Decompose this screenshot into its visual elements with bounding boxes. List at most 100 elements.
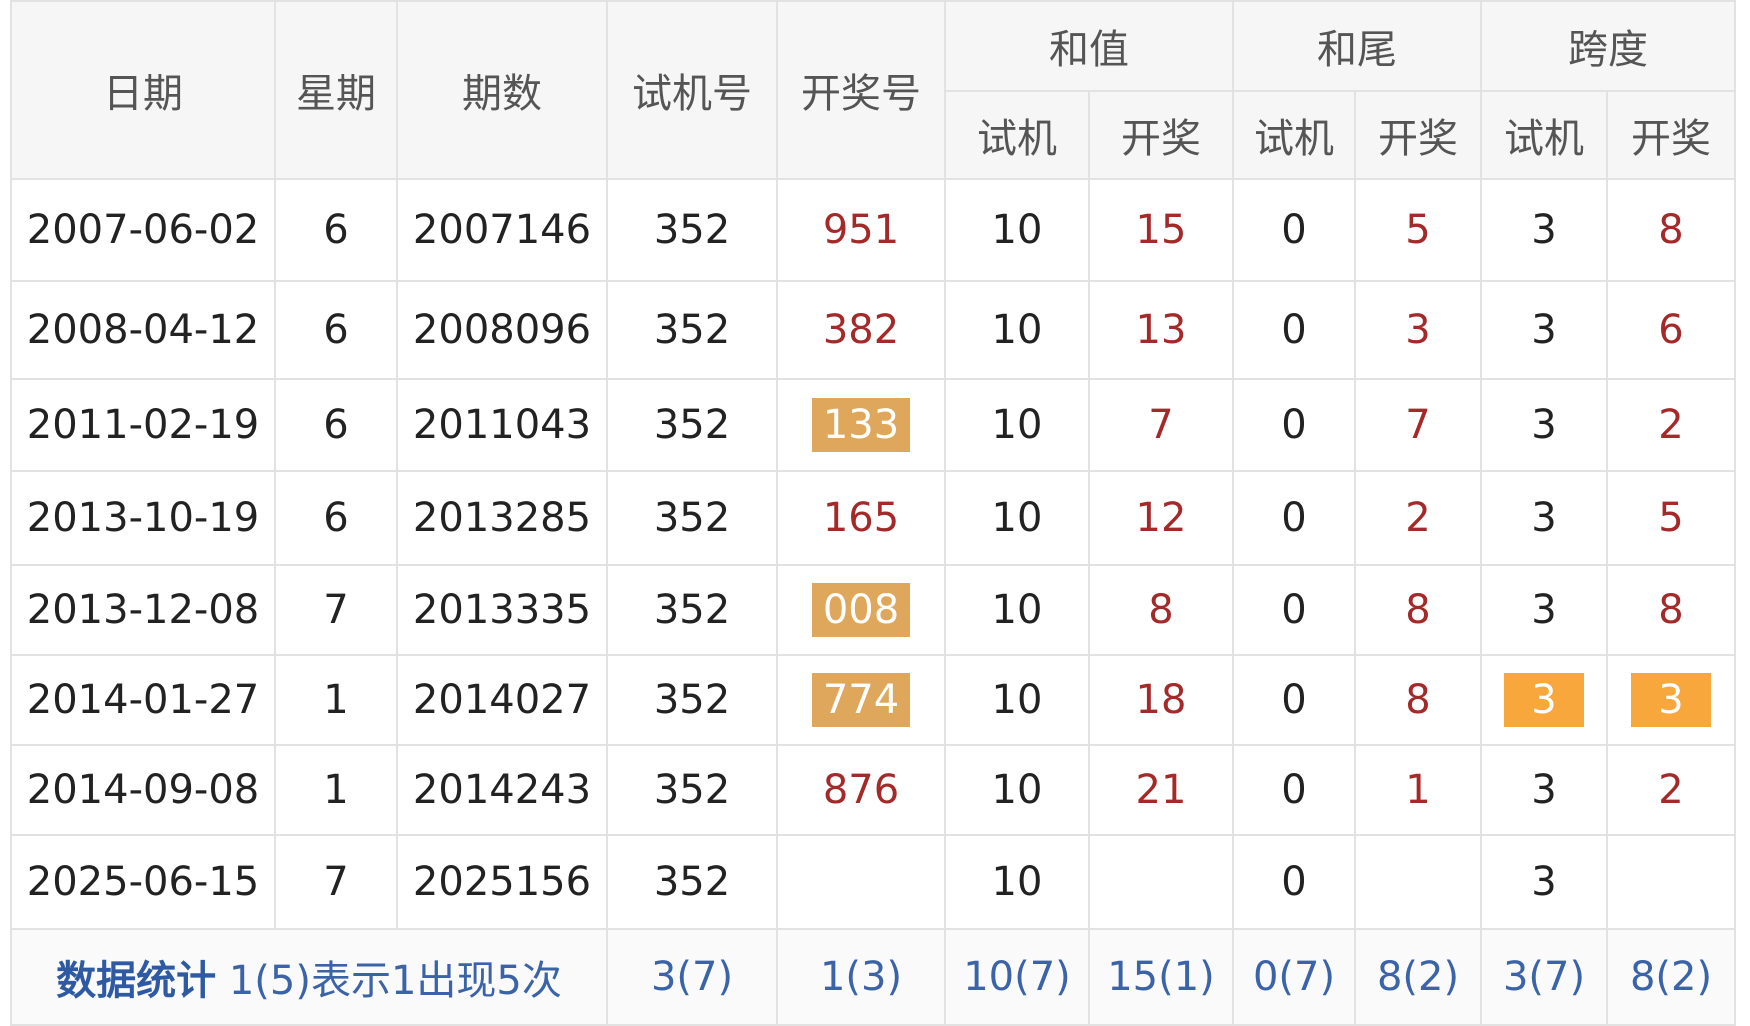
span-match-highlight: 3 <box>1631 673 1711 727</box>
stat-tail-trial: 0(7) <box>1232 928 1356 1026</box>
sum-trial-cell: 10 <box>944 178 1090 282</box>
sum-trial-cell: 10 <box>944 280 1090 380</box>
stat-winning-number: 1(3) <box>776 928 946 1026</box>
stat-span-winning: 8(2) <box>1606 928 1736 1026</box>
sum-trial-cell: 10 <box>944 744 1090 836</box>
issue-cell: 2007146 <box>396 178 608 282</box>
tail-winning-cell: 8 <box>1354 654 1482 746</box>
subheader-tail-trial: 试机 <box>1232 90 1356 180</box>
subheader-span-trial: 试机 <box>1480 90 1608 180</box>
winning-number-cell: 951 <box>776 178 946 282</box>
tail-trial-cell: 0 <box>1232 834 1356 930</box>
date-cell: 2013-10-19 <box>10 470 276 566</box>
column-group-tail: 和尾 <box>1232 0 1482 92</box>
sum-trial-cell: 10 <box>944 378 1090 472</box>
trial-number-cell: 352 <box>606 744 778 836</box>
sum-winning-cell <box>1088 834 1234 930</box>
column-group-span: 跨度 <box>1480 0 1736 92</box>
table-row: 2013-10-19 6 2013285 352 165 10 12 0 2 3… <box>10 470 1736 566</box>
winning-number-cell: 774 <box>776 654 946 746</box>
span-trial-cell: 3 <box>1480 470 1608 566</box>
column-header-weekday: 星期 <box>274 0 398 180</box>
subheader-tail-winning: 开奖 <box>1354 90 1482 180</box>
date-cell: 2014-01-27 <box>10 654 276 746</box>
issue-cell: 2013285 <box>396 470 608 566</box>
span-winning-cell: 2 <box>1606 378 1736 472</box>
statistics-label: 数据统计 <box>56 958 217 1004</box>
sum-winning-cell: 7 <box>1088 378 1234 472</box>
tail-winning-cell: 8 <box>1354 564 1482 656</box>
repeat-digit-highlight: 008 <box>812 583 910 637</box>
trial-number-cell: 352 <box>606 280 778 380</box>
span-trial-cell: 3 <box>1480 564 1608 656</box>
issue-cell: 2013335 <box>396 564 608 656</box>
weekday-cell: 7 <box>274 834 398 930</box>
statistics-label-cell: 数据统计 1(5)表示1出现5次 <box>10 928 608 1026</box>
table-row: 2014-01-27 1 2014027 352 774 10 18 0 8 3… <box>10 654 1736 746</box>
stat-tail-winning: 8(2) <box>1354 928 1482 1026</box>
table-row: 2025-06-15 7 2025156 352 10 0 3 <box>10 834 1736 930</box>
date-cell: 2014-09-08 <box>10 744 276 836</box>
trial-number-cell: 352 <box>606 178 778 282</box>
column-header-winning-number: 开奖号 <box>776 0 946 180</box>
sum-trial-cell: 10 <box>944 834 1090 930</box>
date-cell: 2011-02-19 <box>10 378 276 472</box>
tail-winning-cell: 5 <box>1354 178 1482 282</box>
column-header-issue: 期数 <box>396 0 608 180</box>
span-trial-cell: 3 <box>1480 654 1608 746</box>
column-header-date: 日期 <box>10 0 276 180</box>
span-trial-cell: 3 <box>1480 280 1608 380</box>
sum-winning-cell: 18 <box>1088 654 1234 746</box>
weekday-cell: 6 <box>274 470 398 566</box>
sum-winning-cell: 8 <box>1088 564 1234 656</box>
column-header-trial-number: 试机号 <box>606 0 778 180</box>
trial-number-cell: 352 <box>606 378 778 472</box>
sum-winning-cell: 21 <box>1088 744 1234 836</box>
statistics-note: 1(5)表示1出现5次 <box>228 958 562 1004</box>
weekday-cell: 7 <box>274 564 398 656</box>
span-trial-cell: 3 <box>1480 378 1608 472</box>
winning-number-cell <box>776 834 946 930</box>
trial-number-cell: 352 <box>606 564 778 656</box>
span-trial-cell: 3 <box>1480 834 1608 930</box>
subheader-sum-winning: 开奖 <box>1088 90 1234 180</box>
column-group-sum: 和值 <box>944 0 1234 92</box>
tail-winning-cell: 3 <box>1354 280 1482 380</box>
sum-trial-cell: 10 <box>944 654 1090 746</box>
date-cell: 2025-06-15 <box>10 834 276 930</box>
span-match-highlight: 3 <box>1504 673 1584 727</box>
winning-number-cell: 008 <box>776 564 946 656</box>
issue-cell: 2014027 <box>396 654 608 746</box>
tail-trial-cell: 0 <box>1232 744 1356 836</box>
sum-winning-cell: 13 <box>1088 280 1234 380</box>
tail-trial-cell: 0 <box>1232 178 1356 282</box>
tail-winning-cell <box>1354 834 1482 930</box>
sum-trial-cell: 10 <box>944 564 1090 656</box>
weekday-cell: 6 <box>274 280 398 380</box>
subheader-span-winning: 开奖 <box>1606 90 1736 180</box>
subheader-sum-trial: 试机 <box>944 90 1090 180</box>
date-cell: 2007-06-02 <box>10 178 276 282</box>
lottery-history-panel: 日期 星期 期数 试机号 开奖号 和值 和尾 跨度 试机 开奖 试机 开奖 试机… <box>0 0 1750 1026</box>
sum-winning-cell: 15 <box>1088 178 1234 282</box>
sum-winning-cell: 12 <box>1088 470 1234 566</box>
span-winning-cell: 2 <box>1606 744 1736 836</box>
span-winning-cell: 3 <box>1606 654 1736 746</box>
span-winning-cell: 6 <box>1606 280 1736 380</box>
winning-number-cell: 876 <box>776 744 946 836</box>
weekday-cell: 1 <box>274 654 398 746</box>
span-winning-cell: 8 <box>1606 564 1736 656</box>
winning-number-cell: 133 <box>776 378 946 472</box>
tail-winning-cell: 2 <box>1354 470 1482 566</box>
table-row: 2007-06-02 6 2007146 352 951 10 15 0 5 3… <box>10 178 1736 282</box>
tail-trial-cell: 0 <box>1232 564 1356 656</box>
weekday-cell: 6 <box>274 378 398 472</box>
issue-cell: 2014243 <box>396 744 608 836</box>
statistics-row: 数据统计 1(5)表示1出现5次 3(7) 1(3) 10(7) 15(1) 0… <box>10 928 1736 1026</box>
table-row: 2013-12-08 7 2013335 352 008 10 8 0 8 3 … <box>10 564 1736 656</box>
repeat-digit-highlight: 133 <box>812 398 910 452</box>
trial-number-cell: 352 <box>606 834 778 930</box>
table-body: 2007-06-02 6 2007146 352 951 10 15 0 5 3… <box>10 178 1736 930</box>
issue-cell: 2011043 <box>396 378 608 472</box>
stat-sum-trial: 10(7) <box>944 928 1090 1026</box>
